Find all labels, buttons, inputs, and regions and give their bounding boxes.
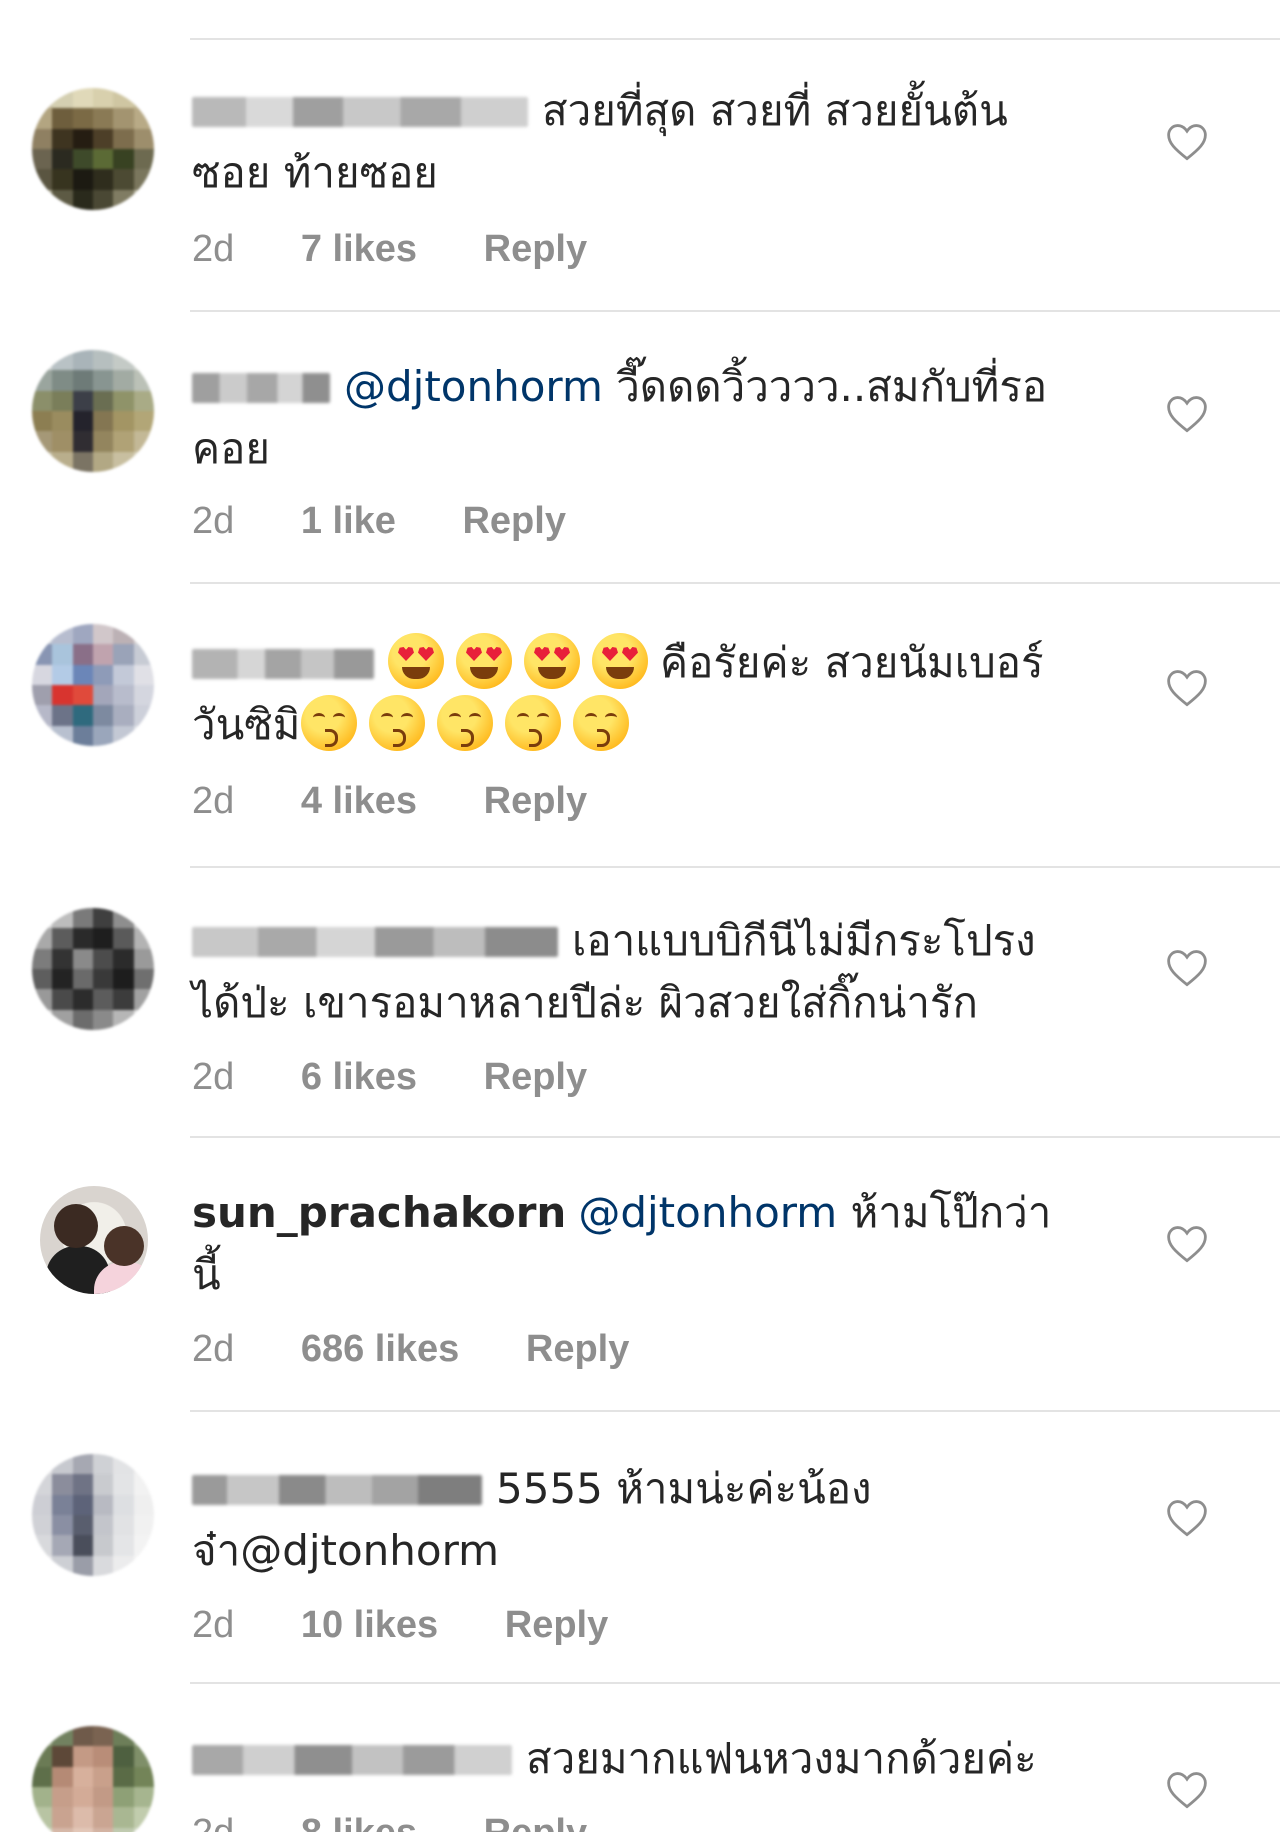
comment-divider <box>190 1136 1280 1138</box>
comment-text: เอาแบบบิกีนีไม่มีกระโปรง ได้ป่ะ เขารอมาห… <box>192 910 1112 1034</box>
comment-divider <box>190 1410 1280 1412</box>
comment-divider <box>190 866 1280 868</box>
comment-text: 5555 ห้ามน่ะค่ะน้อง จ๋า@djtonhorm <box>192 1458 1112 1582</box>
comment-body-line2: ได้ป่ะ เขารอมาหลายปีล่ะ ผิวสวยใส่กิ๊กน่า… <box>192 978 978 1027</box>
avatar[interactable] <box>32 350 154 472</box>
heart-eyes-emoji-icon <box>524 633 580 689</box>
likes-count[interactable]: 6 likes <box>301 1056 417 1099</box>
comment-text: sun_prachakorn @djtonhorm ห้ามโป๊กว่า นี้ <box>192 1182 1112 1306</box>
comment-text: คือรัยค่ะ สวยนัมเบอร์ วันซิมิ <box>192 632 1112 756</box>
comment-time[interactable]: 2d <box>192 1056 234 1099</box>
comment-text: สวยมากแฟนหวงมากด้วยค่ะ <box>192 1728 1112 1790</box>
comment-body-line2: วันซิมิ <box>192 700 301 749</box>
comment-body-line2: ซอย ท้ายซอย <box>192 148 438 197</box>
comment-body-line2: จ๋า@djtonhorm <box>192 1526 500 1575</box>
comment-time[interactable]: 2d <box>192 500 234 543</box>
comment-item: สวยมากแฟนหวงมากด้วยค่ะ 2d 8 likes Reply <box>0 1708 1280 1832</box>
likes-count[interactable]: 686 likes <box>301 1328 459 1371</box>
avatar[interactable] <box>32 1726 154 1832</box>
comment-text: @djtonhorm วี๊ดดดวิ้วววว..สมกับที่รอ คอย <box>192 356 1112 480</box>
username-blurred[interactable] <box>192 927 558 957</box>
heart-eyes-emoji-icon <box>388 633 444 689</box>
reply-button[interactable]: Reply <box>462 500 565 543</box>
comment-username[interactable]: sun_prachakorn <box>192 1188 566 1237</box>
comment-body-line1: สวยมากแฟนหวงมากด้วยค่ะ <box>526 1734 1037 1783</box>
comment-divider <box>190 1682 1280 1684</box>
top-divider <box>190 38 1280 40</box>
comment-time[interactable]: 2d <box>192 1812 234 1832</box>
reply-button[interactable]: Reply <box>484 1812 587 1832</box>
username-blurred[interactable] <box>192 1475 482 1505</box>
kissing-emoji-icon <box>300 695 357 751</box>
comment-body-line1: สวยที่สุด สวยที่ สวยยั้นต้น <box>542 86 1008 135</box>
avatar-photo-figure <box>54 1204 98 1248</box>
like-heart-icon[interactable] <box>1166 1770 1208 1810</box>
comment-item: @djtonhorm วี๊ดดดวิ้วววว..สมกับที่รอ คอย… <box>0 332 1280 602</box>
comment-text: สวยที่สุด สวยที่ สวยยั้นต้น ซอย ท้ายซอย <box>192 80 1112 204</box>
avatar[interactable] <box>32 1454 154 1576</box>
mention-link[interactable]: @djtonhorm <box>578 1188 837 1237</box>
kissing-emoji-icon <box>504 695 561 751</box>
comment-body-line1: ห้ามโป๊กว่า <box>837 1188 1052 1237</box>
reply-button[interactable]: Reply <box>484 780 587 823</box>
likes-count[interactable]: 1 like <box>301 500 396 543</box>
comment-time[interactable]: 2d <box>192 780 234 823</box>
comment-body-line1: เอาแบบบิกีนีไม่มีกระโปรง <box>572 916 1036 965</box>
comment-meta: 2d 4 likes Reply <box>192 780 643 823</box>
comment-body-line1: วี๊ดดดวิ้วววว..สมกับที่รอ <box>602 362 1048 411</box>
like-heart-icon[interactable] <box>1166 668 1208 708</box>
comment-item: คือรัยค่ะ สวยนัมเบอร์ วันซิมิ 2d 4 likes… <box>0 604 1280 874</box>
comment-divider <box>190 582 1280 584</box>
reply-button[interactable]: Reply <box>484 228 587 271</box>
username-blurred[interactable] <box>192 649 374 679</box>
username-blurred[interactable] <box>192 97 528 127</box>
like-heart-icon[interactable] <box>1166 1224 1208 1264</box>
comment-time[interactable]: 2d <box>192 1604 234 1647</box>
comment-divider <box>190 310 1280 312</box>
comment-body-line1: คือรัยค่ะ สวยนัมเบอร์ <box>660 638 1044 687</box>
username-blurred[interactable] <box>192 1745 512 1775</box>
reply-button[interactable]: Reply <box>526 1328 629 1371</box>
avatar[interactable] <box>32 624 154 746</box>
avatar-photo-figure <box>104 1226 144 1266</box>
like-heart-icon[interactable] <box>1166 122 1208 162</box>
kissing-emoji-icon <box>368 695 425 751</box>
likes-count[interactable]: 4 likes <box>301 780 417 823</box>
reply-button[interactable]: Reply <box>484 1056 587 1099</box>
comment-time[interactable]: 2d <box>192 1328 234 1371</box>
kissing-emoji-icon <box>436 695 493 751</box>
comment-item: 5555 ห้ามน่ะค่ะน้อง จ๋า@djtonhorm 2d 10 … <box>0 1436 1280 1706</box>
heart-eyes-emoji-icon <box>592 633 648 689</box>
comment-meta: 2d 7 likes Reply <box>192 228 643 271</box>
avatar[interactable] <box>40 1186 148 1294</box>
kissing-emoji-icon <box>572 695 629 751</box>
comment-time[interactable]: 2d <box>192 228 234 271</box>
comment-meta: 2d 6 likes Reply <box>192 1056 643 1099</box>
avatar[interactable] <box>32 908 154 1030</box>
like-heart-icon[interactable] <box>1166 394 1208 434</box>
comment-body-line2: คอย <box>192 424 270 473</box>
likes-count[interactable]: 7 likes <box>301 228 417 271</box>
comment-meta: 2d 8 likes Reply <box>192 1812 643 1832</box>
comment-meta: 2d 10 likes Reply <box>192 1604 664 1647</box>
comment-body-line1: 5555 ห้ามน่ะค่ะน้อง <box>496 1464 872 1513</box>
likes-count[interactable]: 10 likes <box>301 1604 438 1647</box>
like-heart-icon[interactable] <box>1166 948 1208 988</box>
comment-item: sun_prachakorn @djtonhorm ห้ามโป๊กว่า นี้… <box>0 1162 1280 1432</box>
heart-eyes-emoji-icon <box>456 633 512 689</box>
comment-item: เอาแบบบิกีนีไม่มีกระโปรง ได้ป่ะ เขารอมาห… <box>0 890 1280 1160</box>
mention-link[interactable]: @djtonhorm <box>344 362 603 411</box>
like-heart-icon[interactable] <box>1166 1498 1208 1538</box>
username-blurred[interactable] <box>192 373 330 403</box>
reply-button[interactable]: Reply <box>505 1604 608 1647</box>
likes-count[interactable]: 8 likes <box>301 1812 417 1832</box>
comment-meta: 2d 1 like Reply <box>192 500 622 543</box>
avatar[interactable] <box>32 88 154 210</box>
comment-body-line2: นี้ <box>192 1250 221 1299</box>
comment-item: สวยที่สุด สวยที่ สวยยั้นต้น ซอย ท้ายซอย … <box>0 60 1280 330</box>
comment-meta: 2d 686 likes Reply <box>192 1328 685 1371</box>
